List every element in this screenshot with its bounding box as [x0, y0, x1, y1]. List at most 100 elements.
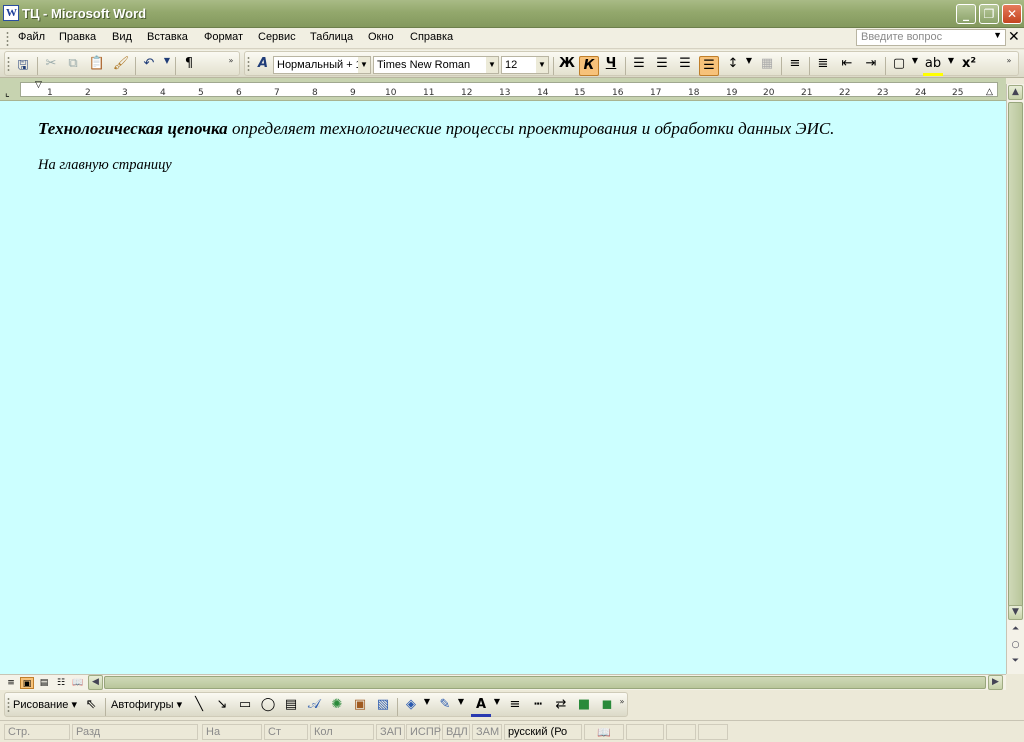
clip-art-icon[interactable]: ▣: [350, 697, 370, 717]
close-button[interactable]: ✕: [1002, 4, 1022, 24]
undo-dropdown-icon[interactable]: ▼: [157, 56, 177, 76]
restore-button[interactable]: ❐: [979, 4, 999, 24]
menu-insert[interactable]: Вставка: [147, 31, 188, 43]
menu-grip[interactable]: [6, 31, 9, 46]
arrow-icon[interactable]: ↘: [212, 697, 232, 717]
align-center-icon[interactable]: ☰: [652, 56, 672, 76]
3d-style-icon[interactable]: ◼: [597, 697, 617, 717]
cut-icon[interactable]: ✂: [41, 56, 61, 76]
tab-selector-icon[interactable]: ⌞: [5, 88, 10, 99]
document-paragraph-1[interactable]: Технологическая цепочка определяет техно…: [38, 119, 834, 139]
web-layout-view-icon[interactable]: ▣: [20, 677, 34, 689]
line-color-dropdown-icon[interactable]: ▼: [451, 697, 471, 717]
drawing-toolbar-grip[interactable]: [7, 697, 10, 713]
vertical-scroll-thumb[interactable]: [1008, 102, 1023, 607]
horizontal-scrollbar[interactable]: ≡ ▣ ▤ ☷ 📖 ◀ ▶: [0, 674, 1006, 690]
status-language[interactable]: русский (Ро: [504, 724, 582, 740]
chevron-down-icon[interactable]: ▼: [486, 57, 498, 73]
undo-icon[interactable]: ↶: [139, 56, 159, 76]
reading-layout-icon[interactable]: 📖: [71, 677, 85, 689]
arrow-style-icon[interactable]: ⇄: [551, 697, 571, 717]
rectangle-icon[interactable]: ▭: [235, 697, 255, 717]
previous-page-icon[interactable]: ⏶: [1008, 623, 1023, 638]
word-app-icon[interactable]: [3, 5, 19, 21]
scroll-left-icon[interactable]: ◀: [88, 675, 103, 690]
next-page-icon[interactable]: ⏷: [1008, 655, 1023, 670]
menu-file[interactable]: Файл: [18, 31, 45, 43]
print-layout-view-icon[interactable]: ▤: [37, 677, 51, 689]
bold-button[interactable]: Ж: [557, 56, 577, 76]
horizontal-ruler[interactable]: ▽ △ 1 2 3 4 5 6 7 8 9 10 11 12 13 14 15 …: [20, 79, 998, 98]
paste-icon[interactable]: 📋: [87, 56, 107, 76]
minimize-button[interactable]: _: [956, 4, 976, 24]
align-left-icon[interactable]: ☰: [629, 56, 649, 76]
toolbar-options-icon[interactable]: »: [1003, 56, 1015, 76]
vertical-scrollbar[interactable]: ▲ ▼ ⏶ ○ ⏷: [1006, 84, 1024, 674]
home-page-link[interactable]: На главную страницу: [38, 157, 172, 174]
text-box-icon[interactable]: ▤: [281, 697, 301, 717]
line-icon[interactable]: ╲: [189, 697, 209, 717]
status-extend[interactable]: ВДЛ: [442, 724, 470, 740]
select-objects-icon[interactable]: ⇖: [81, 697, 101, 717]
increase-indent-icon[interactable]: ⇥: [861, 56, 881, 76]
scroll-up-icon[interactable]: ▲: [1008, 85, 1023, 100]
scroll-down-icon[interactable]: ▼: [1008, 605, 1023, 620]
bullet-list-icon[interactable]: ≣: [813, 56, 833, 76]
menu-window[interactable]: Окно: [368, 31, 394, 43]
align-right-icon[interactable]: ☰: [675, 56, 695, 76]
picture-icon[interactable]: ▧: [373, 697, 393, 717]
toolbar-options-icon[interactable]: »: [617, 697, 627, 717]
chevron-down-icon[interactable]: ▼: [358, 57, 370, 73]
italic-button[interactable]: К: [579, 56, 599, 76]
help-question-input[interactable]: Введите вопрос ▼: [856, 29, 1006, 46]
scroll-right-icon[interactable]: ▶: [988, 675, 1003, 690]
spelling-status-icon[interactable]: 📖: [584, 724, 624, 740]
wordart-icon[interactable]: 𝒜: [304, 697, 324, 717]
show-formatting-marks-icon[interactable]: ¶: [179, 56, 199, 76]
numbered-list-icon[interactable]: ≡: [785, 56, 805, 76]
outline-view-icon[interactable]: ☷: [54, 677, 68, 689]
style-select[interactable]: Нормальный + 1 ▼: [273, 56, 371, 74]
normal-view-icon[interactable]: ≡: [4, 677, 18, 689]
format-painter-icon[interactable]: 🖌: [111, 56, 131, 76]
highlight-icon[interactable]: ab: [923, 56, 943, 76]
chevron-down-icon[interactable]: ▼: [993, 30, 1002, 40]
status-rec[interactable]: ЗАП: [376, 724, 405, 740]
autoshapes-menu-button[interactable]: Автофигуры ▾: [111, 698, 182, 711]
styles-pane-icon[interactable]: A: [253, 56, 273, 76]
font-size-select[interactable]: 12 ▼: [501, 56, 549, 74]
document-close-icon[interactable]: ✕: [1008, 29, 1020, 45]
underline-button[interactable]: Ч: [601, 56, 621, 76]
menu-edit[interactable]: Правка: [59, 31, 96, 43]
standard-toolbar-grip[interactable]: [7, 56, 10, 72]
oval-icon[interactable]: ◯: [258, 697, 278, 717]
table-autoformat-icon[interactable]: ▦: [757, 56, 777, 76]
justify-icon[interactable]: ☰: [699, 56, 719, 76]
shadow-style-icon[interactable]: ■: [574, 697, 594, 717]
font-select[interactable]: Times New Roman ▼: [373, 56, 499, 74]
menu-format[interactable]: Формат: [204, 31, 243, 43]
highlight-dropdown-icon[interactable]: ▼: [941, 56, 961, 76]
copy-icon[interactable]: ⧉: [63, 56, 83, 76]
fill-color-dropdown-icon[interactable]: ▼: [417, 697, 437, 717]
line-spacing-dropdown-icon[interactable]: ▼: [739, 56, 759, 76]
diagram-icon[interactable]: ✺: [327, 697, 347, 717]
right-indent-marker-icon[interactable]: △: [986, 86, 993, 97]
line-style-icon[interactable]: ≡: [505, 697, 525, 717]
menu-help[interactable]: Справка: [410, 31, 453, 43]
borders-dropdown-icon[interactable]: ▼: [905, 56, 925, 76]
draw-menu-button[interactable]: Рисование ▾: [13, 698, 77, 711]
status-overtype[interactable]: ЗАМ: [472, 724, 502, 740]
dash-style-icon[interactable]: ┅: [528, 697, 548, 717]
horizontal-scroll-thumb[interactable]: [104, 676, 986, 689]
font-color-dropdown-icon[interactable]: ▼: [487, 697, 507, 717]
menu-tools[interactable]: Сервис: [258, 31, 296, 43]
toolbar-options-icon[interactable]: »: [225, 56, 237, 76]
menu-view[interactable]: Вид: [112, 31, 132, 43]
chevron-down-icon[interactable]: ▼: [536, 57, 548, 73]
browse-object-icon[interactable]: ○: [1008, 639, 1023, 654]
first-line-indent-marker-icon[interactable]: ▽: [35, 79, 42, 90]
save-icon[interactable]: 🖫: [13, 56, 33, 76]
superscript-icon[interactable]: x²: [959, 56, 979, 76]
menu-table[interactable]: Таблица: [310, 31, 353, 43]
